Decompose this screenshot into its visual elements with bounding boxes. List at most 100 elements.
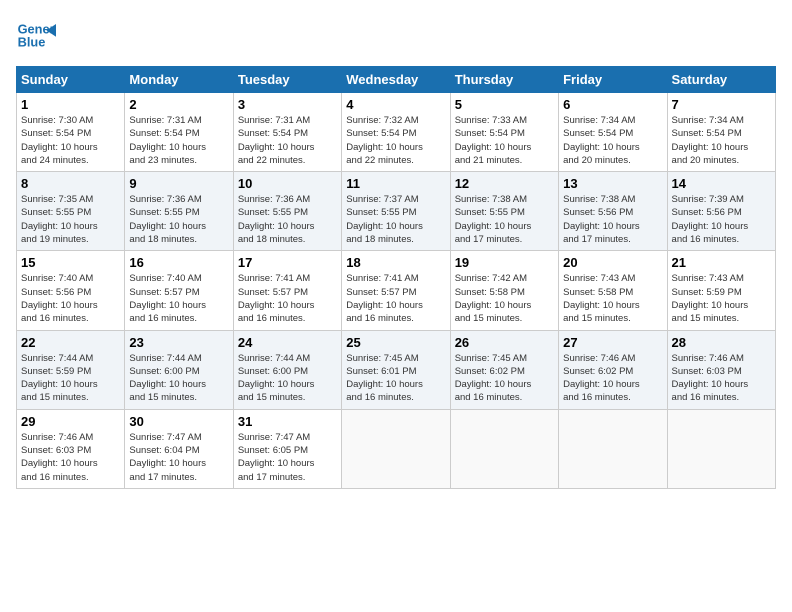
day-info: Sunrise: 7:46 AMSunset: 6:02 PMDaylight:… [563, 352, 662, 405]
calendar-cell: 7 Sunrise: 7:34 AMSunset: 5:54 PMDaylight… [667, 93, 775, 172]
calendar-cell: 28 Sunrise: 7:46 AMSunset: 6:03 PMDayligh… [667, 330, 775, 409]
column-header-tuesday: Tuesday [233, 67, 341, 93]
day-info: Sunrise: 7:36 AMSunset: 5:55 PMDaylight:… [238, 193, 337, 246]
calendar-week-4: 22 Sunrise: 7:44 AMSunset: 5:59 PMDayligh… [17, 330, 776, 409]
column-header-friday: Friday [559, 67, 667, 93]
calendar-cell: 20 Sunrise: 7:43 AMSunset: 5:58 PMDayligh… [559, 251, 667, 330]
day-info: Sunrise: 7:40 AMSunset: 5:56 PMDaylight:… [21, 272, 120, 325]
calendar-cell: 22 Sunrise: 7:44 AMSunset: 5:59 PMDayligh… [17, 330, 125, 409]
calendar-cell: 18 Sunrise: 7:41 AMSunset: 5:57 PMDayligh… [342, 251, 450, 330]
calendar-cell: 29 Sunrise: 7:46 AMSunset: 6:03 PMDayligh… [17, 409, 125, 488]
day-info: Sunrise: 7:37 AMSunset: 5:55 PMDaylight:… [346, 193, 445, 246]
calendar-cell: 4Sunrise: 7:32 AMSunset: 5:54 PMDaylight… [342, 93, 450, 172]
day-number: 10 [238, 176, 337, 191]
column-header-sunday: Sunday [17, 67, 125, 93]
day-info: Sunrise: 7:38 AMSunset: 5:55 PMDaylight:… [455, 193, 554, 246]
calendar-cell: 10 Sunrise: 7:36 AMSunset: 5:55 PMDayligh… [233, 172, 341, 251]
logo: General Blue [16, 16, 56, 56]
calendar-cell: 9Sunrise: 7:36 AMSunset: 5:55 PMDaylight… [125, 172, 233, 251]
day-info: Sunrise: 7:43 AMSunset: 5:59 PMDaylight:… [672, 272, 771, 325]
calendar-cell [559, 409, 667, 488]
column-header-saturday: Saturday [667, 67, 775, 93]
day-number: 23 [129, 335, 228, 350]
day-info: Sunrise: 7:46 AMSunset: 6:03 PMDaylight:… [21, 431, 120, 484]
day-number: 11 [346, 176, 445, 191]
calendar-cell: 16 Sunrise: 7:40 AMSunset: 5:57 PMDayligh… [125, 251, 233, 330]
calendar-cell: 8 Sunrise: 7:35 AMSunset: 5:55 PMDaylight… [17, 172, 125, 251]
calendar-cell: 23 Sunrise: 7:44 AMSunset: 6:00 PMDayligh… [125, 330, 233, 409]
calendar-cell: 14 Sunrise: 7:39 AMSunset: 5:56 PMDayligh… [667, 172, 775, 251]
day-info: Sunrise: 7:31 AMSunset: 5:54 PMDaylight:… [238, 114, 337, 167]
day-number: 12 [455, 176, 554, 191]
day-info: Sunrise: 7:30 AMSunset: 5:54 PMDaylight:… [21, 114, 120, 167]
day-number: 8 [21, 176, 120, 191]
column-header-monday: Monday [125, 67, 233, 93]
day-info: Sunrise: 7:34 AMSunset: 5:54 PMDaylight:… [672, 114, 771, 167]
day-info: Sunrise: 7:41 AMSunset: 5:57 PMDaylight:… [238, 272, 337, 325]
day-info: Sunrise: 7:31 AMSunset: 5:54 PMDaylight:… [129, 114, 228, 167]
day-number: 16 [129, 255, 228, 270]
calendar-cell: 12 Sunrise: 7:38 AMSunset: 5:55 PMDayligh… [450, 172, 558, 251]
calendar-cell: 2 Sunrise: 7:31 AMSunset: 5:54 PMDaylight… [125, 93, 233, 172]
logo-icon: General Blue [16, 16, 56, 56]
day-number: 3 [238, 97, 337, 112]
calendar-cell [667, 409, 775, 488]
day-number: 26 [455, 335, 554, 350]
day-info: Sunrise: 7:46 AMSunset: 6:03 PMDaylight:… [672, 352, 771, 405]
calendar-cell: 15 Sunrise: 7:40 AMSunset: 5:56 PMDayligh… [17, 251, 125, 330]
column-header-wednesday: Wednesday [342, 67, 450, 93]
day-info: Sunrise: 7:44 AMSunset: 5:59 PMDaylight:… [21, 352, 120, 405]
day-number: 28 [672, 335, 771, 350]
calendar-cell: 25 Sunrise: 7:45 AMSunset: 6:01 PMDayligh… [342, 330, 450, 409]
day-info: Sunrise: 7:40 AMSunset: 5:57 PMDaylight:… [129, 272, 228, 325]
calendar-cell: 21Sunrise: 7:43 AMSunset: 5:59 PMDayligh… [667, 251, 775, 330]
day-number: 24 [238, 335, 337, 350]
calendar-cell [450, 409, 558, 488]
calendar-cell: 19 Sunrise: 7:42 AMSunset: 5:58 PMDayligh… [450, 251, 558, 330]
day-number: 2 [129, 97, 228, 112]
calendar-body: 1 Sunrise: 7:30 AMSunset: 5:54 PMDaylight… [17, 93, 776, 489]
header: General Blue [16, 16, 776, 56]
day-number: 30 [129, 414, 228, 429]
calendar-cell: 30 Sunrise: 7:47 AMSunset: 6:04 PMDayligh… [125, 409, 233, 488]
day-number: 6 [563, 97, 662, 112]
day-number: 18 [346, 255, 445, 270]
day-number: 25 [346, 335, 445, 350]
day-info: Sunrise: 7:44 AMSunset: 6:00 PMDaylight:… [129, 352, 228, 405]
day-number: 1 [21, 97, 120, 112]
day-info: Sunrise: 7:39 AMSunset: 5:56 PMDaylight:… [672, 193, 771, 246]
calendar-cell: 1 Sunrise: 7:30 AMSunset: 5:54 PMDaylight… [17, 93, 125, 172]
day-info: Sunrise: 7:43 AMSunset: 5:58 PMDaylight:… [563, 272, 662, 325]
calendar-header: SundayMondayTuesdayWednesdayThursdayFrid… [17, 67, 776, 93]
calendar-cell: 31Sunrise: 7:47 AMSunset: 6:05 PMDayligh… [233, 409, 341, 488]
day-info: Sunrise: 7:32 AMSunset: 5:54 PMDaylight:… [346, 114, 445, 167]
day-number: 22 [21, 335, 120, 350]
calendar-cell: 11 Sunrise: 7:37 AMSunset: 5:55 PMDayligh… [342, 172, 450, 251]
day-info: Sunrise: 7:45 AMSunset: 6:02 PMDaylight:… [455, 352, 554, 405]
day-info: Sunrise: 7:45 AMSunset: 6:01 PMDaylight:… [346, 352, 445, 405]
day-info: Sunrise: 7:42 AMSunset: 5:58 PMDaylight:… [455, 272, 554, 325]
day-number: 13 [563, 176, 662, 191]
day-number: 20 [563, 255, 662, 270]
calendar-table: SundayMondayTuesdayWednesdayThursdayFrid… [16, 66, 776, 489]
svg-text:Blue: Blue [18, 34, 46, 49]
calendar-week-3: 15 Sunrise: 7:40 AMSunset: 5:56 PMDayligh… [17, 251, 776, 330]
calendar-cell: 24 Sunrise: 7:44 AMSunset: 6:00 PMDayligh… [233, 330, 341, 409]
day-number: 27 [563, 335, 662, 350]
day-number: 19 [455, 255, 554, 270]
day-number: 7 [672, 97, 771, 112]
calendar-cell: 26 Sunrise: 7:45 AMSunset: 6:02 PMDayligh… [450, 330, 558, 409]
day-info: Sunrise: 7:38 AMSunset: 5:56 PMDaylight:… [563, 193, 662, 246]
day-number: 15 [21, 255, 120, 270]
day-number: 29 [21, 414, 120, 429]
calendar-cell: 13 Sunrise: 7:38 AMSunset: 5:56 PMDayligh… [559, 172, 667, 251]
calendar-cell: 3 Sunrise: 7:31 AMSunset: 5:54 PMDaylight… [233, 93, 341, 172]
day-number: 14 [672, 176, 771, 191]
column-header-thursday: Thursday [450, 67, 558, 93]
calendar-week-2: 8 Sunrise: 7:35 AMSunset: 5:55 PMDaylight… [17, 172, 776, 251]
day-number: 5 [455, 97, 554, 112]
day-info: Sunrise: 7:41 AMSunset: 5:57 PMDaylight:… [346, 272, 445, 325]
day-info: Sunrise: 7:44 AMSunset: 6:00 PMDaylight:… [238, 352, 337, 405]
day-info: Sunrise: 7:35 AMSunset: 5:55 PMDaylight:… [21, 193, 120, 246]
day-info: Sunrise: 7:47 AMSunset: 6:04 PMDaylight:… [129, 431, 228, 484]
